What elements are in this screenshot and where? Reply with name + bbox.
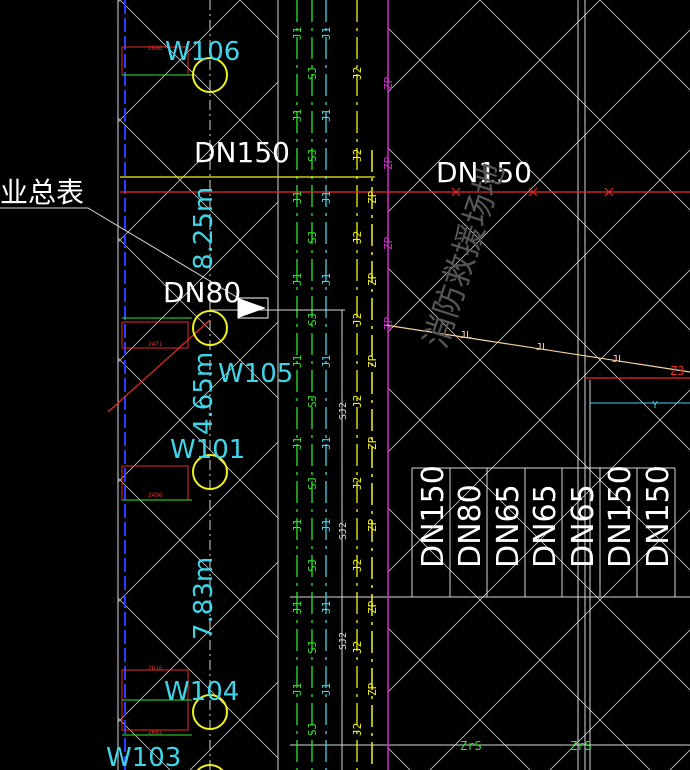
cad-drawing [0, 0, 690, 770]
hatch-area-left [118, 0, 278, 770]
hatch-area-right [388, 0, 690, 770]
